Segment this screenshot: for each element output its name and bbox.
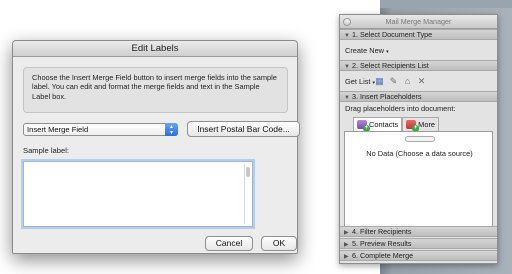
section-filter-recipients[interactable]: ▶ 4. Filter Recipients — [340, 226, 497, 237]
tab-label: Contacts — [369, 120, 399, 129]
dropdown-arrow-icon: ▾ — [386, 49, 389, 55]
section-label: 6. Complete Merge — [352, 251, 414, 260]
section-preview-results[interactable]: ▶ 5. Preview Results — [340, 238, 497, 249]
instructions-text: Choose the Insert Merge Field button to … — [23, 67, 288, 113]
get-list-menu[interactable]: Get List ▾ — [345, 77, 375, 86]
palette-titlebar: Mail Merge Manager — [340, 15, 497, 29]
sample-label-scrollbar[interactable] — [244, 164, 250, 224]
disclosure-closed-icon: ▶ — [344, 230, 349, 236]
tab-contacts[interactable]: + Contacts — [353, 117, 403, 132]
section-label: 3. Insert Placeholders — [352, 92, 422, 101]
recipients-toolbar: ▦ ✎ ⌂ ✕ — [374, 76, 427, 87]
tab-more[interactable]: + More — [402, 117, 440, 132]
header-icon[interactable]: ⌂ — [402, 76, 413, 87]
section-label: 5. Preview Results — [352, 239, 412, 248]
disclosure-closed-icon: ▶ — [344, 254, 349, 260]
mail-merge-manager-palette: Mail Merge Manager ▼ 1. Select Document T… — [339, 14, 498, 264]
dialog-title: Edit Labels — [13, 41, 297, 57]
create-new-label: Create New — [345, 46, 385, 55]
edit-labels-dialog: Edit Labels Choose the Insert Merge Fiel… — [12, 40, 300, 254]
open-data-source-icon[interactable]: ▦ — [374, 76, 385, 87]
section-label: 1. Select Document Type — [352, 30, 433, 39]
tab-label: More — [418, 120, 436, 129]
placeholder-list-panel: No Data (Choose a data source) — [344, 131, 493, 235]
close-icon[interactable] — [343, 18, 351, 26]
sample-label-textarea[interactable] — [23, 161, 253, 227]
cancel-button[interactable]: Cancel — [205, 236, 253, 251]
disclosure-open-icon: ▼ — [344, 64, 350, 70]
section-select-recipients-list[interactable]: ▼ 2. Select Recipients List — [340, 60, 497, 71]
insert-merge-field-select[interactable]: Insert Merge Field ▲ ▼ — [23, 123, 178, 136]
section-select-document-type[interactable]: ▼ 1. Select Document Type — [340, 29, 497, 40]
more-icon: + — [406, 120, 420, 132]
insert-postal-bar-code-button[interactable]: Insert Postal Bar Code... — [187, 121, 300, 137]
select-arrows-icon: ▲ ▼ — [165, 123, 178, 136]
placeholder-tabs: + Contacts + More — [353, 117, 440, 132]
drag-placeholders-hint: Drag placeholders into document: — [345, 104, 456, 113]
create-new-menu[interactable]: Create New ▾ — [345, 46, 389, 55]
disclosure-open-icon: ▼ — [344, 33, 350, 39]
section-label: 2. Select Recipients List — [352, 61, 429, 70]
ok-button[interactable]: OK — [261, 236, 297, 251]
get-list-label: Get List — [345, 77, 371, 86]
sample-label-heading: Sample label: — [23, 146, 70, 155]
disclosure-open-icon: ▼ — [344, 95, 350, 101]
section-insert-placeholders[interactable]: ▼ 3. Insert Placeholders — [340, 91, 497, 102]
merge-field-select-value: Insert Merge Field — [27, 125, 89, 134]
no-data-message: No Data (Choose a data source) — [366, 149, 473, 158]
palette-title: Mail Merge Manager — [385, 17, 452, 26]
section-label: 4. Filter Recipients — [352, 227, 412, 236]
clear-icon[interactable]: ✕ — [416, 76, 427, 87]
edit-data-icon[interactable]: ✎ — [388, 76, 399, 87]
resize-handle-top[interactable] — [405, 136, 435, 142]
contacts-icon: + — [357, 120, 370, 132]
section-complete-merge[interactable]: ▶ 6. Complete Merge — [340, 250, 497, 261]
disclosure-closed-icon: ▶ — [344, 242, 349, 248]
